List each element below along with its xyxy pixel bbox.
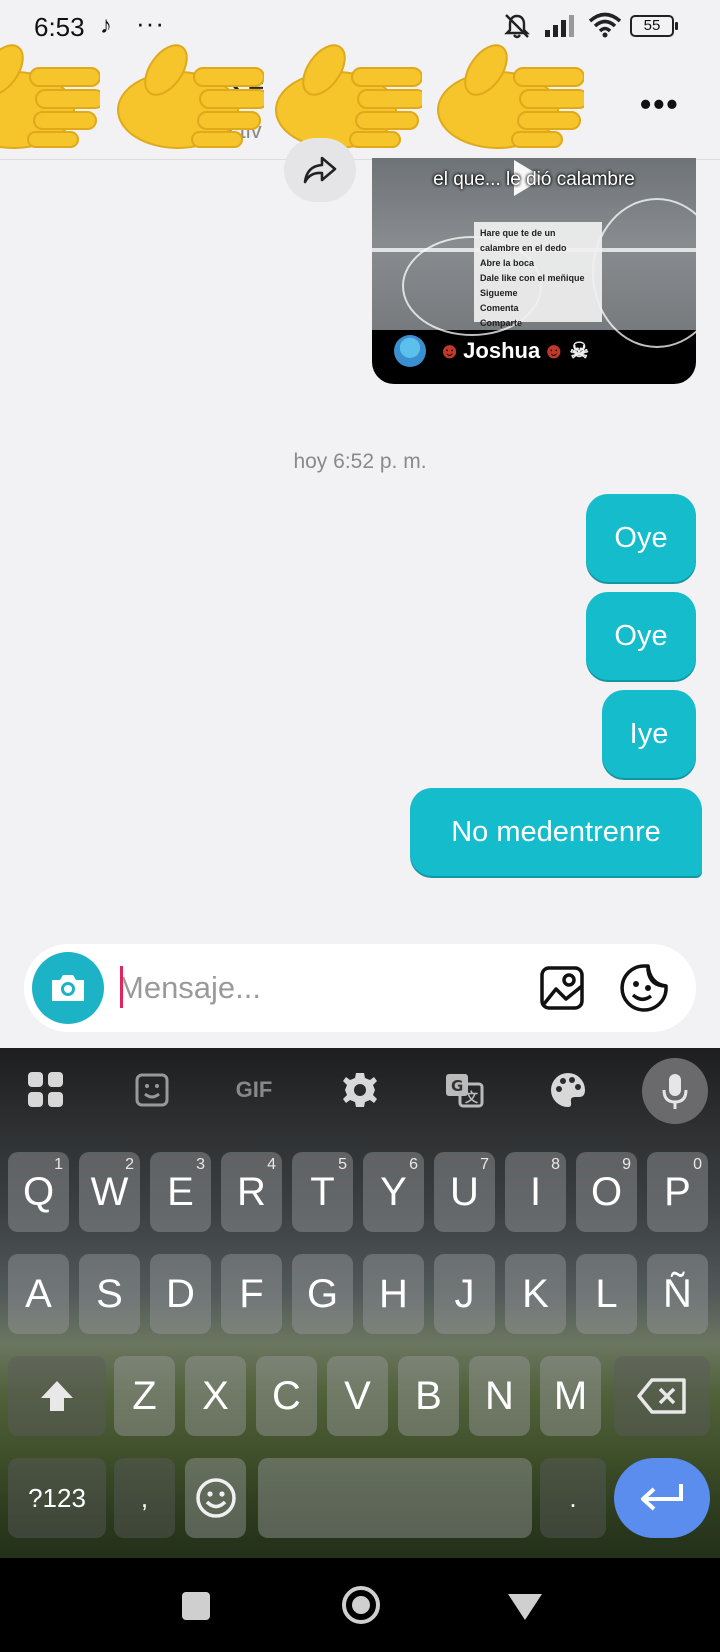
wifi-icon xyxy=(588,12,622,38)
key-b[interactable]: B xyxy=(398,1356,459,1436)
key-p[interactable]: P0 xyxy=(647,1152,708,1232)
gallery-icon[interactable] xyxy=(538,964,586,1012)
camera-button[interactable] xyxy=(32,952,104,1024)
palette-icon[interactable] xyxy=(544,1066,592,1114)
signal-icon xyxy=(545,15,574,37)
backspace-key[interactable] xyxy=(614,1356,710,1436)
keyboard: GIF G文 Q1 W2 E3 R4 T5 Y6 U7 I8 O9 P0 A S xyxy=(0,1048,720,1558)
comma-key[interactable]: , xyxy=(114,1458,175,1538)
text-cursor xyxy=(120,966,123,1008)
period-key[interactable]: . xyxy=(540,1458,606,1538)
key-q[interactable]: Q1 xyxy=(8,1152,69,1232)
settings-icon[interactable] xyxy=(336,1066,384,1114)
more-notifications: ··· xyxy=(136,8,165,38)
translate-icon[interactable]: G文 xyxy=(440,1066,488,1114)
key-o[interactable]: O9 xyxy=(576,1152,637,1232)
home-button[interactable] xyxy=(342,1586,380,1624)
keyboard-toolbar: GIF G文 xyxy=(0,1048,720,1132)
hand-emoji-icon xyxy=(275,44,422,149)
message-timestamp: hoy 6:52 p. m. xyxy=(293,450,427,473)
author-name: Joshua xyxy=(463,338,541,363)
mic-icon xyxy=(662,1074,688,1109)
sent-message[interactable]: Iye xyxy=(602,690,696,778)
sticker-icon[interactable] xyxy=(128,1066,176,1114)
key-k[interactable]: K xyxy=(505,1254,566,1334)
navigation-bar xyxy=(0,1558,720,1652)
video-thumbnail: el que... le dió calambre Hare que te de… xyxy=(372,158,696,348)
video-title: el que... le dió calambre xyxy=(433,169,635,190)
author-avatar xyxy=(394,335,426,367)
key-e[interactable]: E3 xyxy=(150,1152,211,1232)
devil-emoji-icon: ☻ xyxy=(542,338,566,363)
svg-text:G: G xyxy=(451,1077,463,1095)
key-z[interactable]: Z xyxy=(114,1356,175,1436)
sent-message[interactable]: Oye xyxy=(586,494,696,582)
video-note: Hare que te de un calambre en el dedo Ab… xyxy=(474,222,602,328)
key-j[interactable]: J xyxy=(434,1254,495,1334)
key-c[interactable]: C xyxy=(256,1356,317,1436)
message-input[interactable] xyxy=(118,962,538,1014)
key-w[interactable]: W2 xyxy=(79,1152,140,1232)
sent-message[interactable]: No medentrenre xyxy=(410,788,702,876)
key-r[interactable]: R4 xyxy=(221,1152,282,1232)
mic-button[interactable] xyxy=(642,1058,708,1124)
key-g[interactable]: G xyxy=(292,1254,353,1334)
hand-emoji-icon xyxy=(0,44,100,149)
more-options-button[interactable]: ••• xyxy=(640,86,680,123)
sent-message[interactable]: Oye xyxy=(586,592,696,680)
screen: 6:53 ♪ ··· 55 ゞ≡ Activ ••• el que... le … xyxy=(0,0,720,1652)
camera-icon xyxy=(52,975,84,1001)
hand-emoji-icon xyxy=(437,44,584,149)
emoji-key[interactable] xyxy=(185,1458,246,1538)
key-m[interactable]: M xyxy=(540,1356,601,1436)
key-i[interactable]: I8 xyxy=(505,1152,566,1232)
devil-emoji-icon: ☻ xyxy=(438,338,462,363)
skull-emoji-icon: ☠ xyxy=(569,338,590,363)
sticker-icon[interactable] xyxy=(618,962,670,1014)
status-time: 6:53 xyxy=(34,12,85,42)
back-button[interactable] xyxy=(508,1594,542,1620)
key-enye[interactable]: Ñ xyxy=(647,1254,708,1334)
key-s[interactable]: S xyxy=(79,1254,140,1334)
shift-icon xyxy=(41,1381,73,1411)
backspace-icon xyxy=(637,1378,686,1414)
shared-video-card[interactable]: el que... le dió calambre Hare que te de… xyxy=(372,158,696,384)
battery-icon: 55 xyxy=(630,15,678,37)
key-y[interactable]: Y6 xyxy=(363,1152,424,1232)
key-l[interactable]: L xyxy=(576,1254,637,1334)
forward-button[interactable] xyxy=(284,138,356,202)
key-x[interactable]: X xyxy=(185,1356,246,1436)
recent-apps-button[interactable] xyxy=(182,1592,210,1620)
shift-key[interactable] xyxy=(8,1356,106,1436)
hand-emoji-icon xyxy=(117,44,264,149)
message-composer xyxy=(24,944,696,1032)
forward-icon xyxy=(303,156,337,184)
gif-button[interactable]: GIF xyxy=(230,1066,278,1114)
key-f[interactable]: F xyxy=(221,1254,282,1334)
enter-icon xyxy=(641,1484,683,1511)
key-u[interactable]: U7 xyxy=(434,1152,495,1232)
mute-icon xyxy=(504,14,530,39)
key-a[interactable]: A xyxy=(8,1254,69,1334)
video-author: ☻ Joshua ☻ ☠ xyxy=(394,332,589,370)
apps-icon[interactable] xyxy=(22,1066,70,1114)
symbols-key[interactable]: ?123 xyxy=(8,1458,106,1538)
key-d[interactable]: D xyxy=(150,1254,211,1334)
svg-text:文: 文 xyxy=(465,1090,479,1106)
key-n[interactable]: N xyxy=(469,1356,530,1436)
enter-key[interactable] xyxy=(614,1458,710,1538)
emoji-icon xyxy=(195,1478,236,1518)
space-key[interactable] xyxy=(258,1458,532,1538)
key-t[interactable]: T5 xyxy=(292,1152,353,1232)
tiktok-icon: ♪ xyxy=(100,12,112,39)
key-v[interactable]: V xyxy=(327,1356,388,1436)
key-h[interactable]: H xyxy=(363,1254,424,1334)
